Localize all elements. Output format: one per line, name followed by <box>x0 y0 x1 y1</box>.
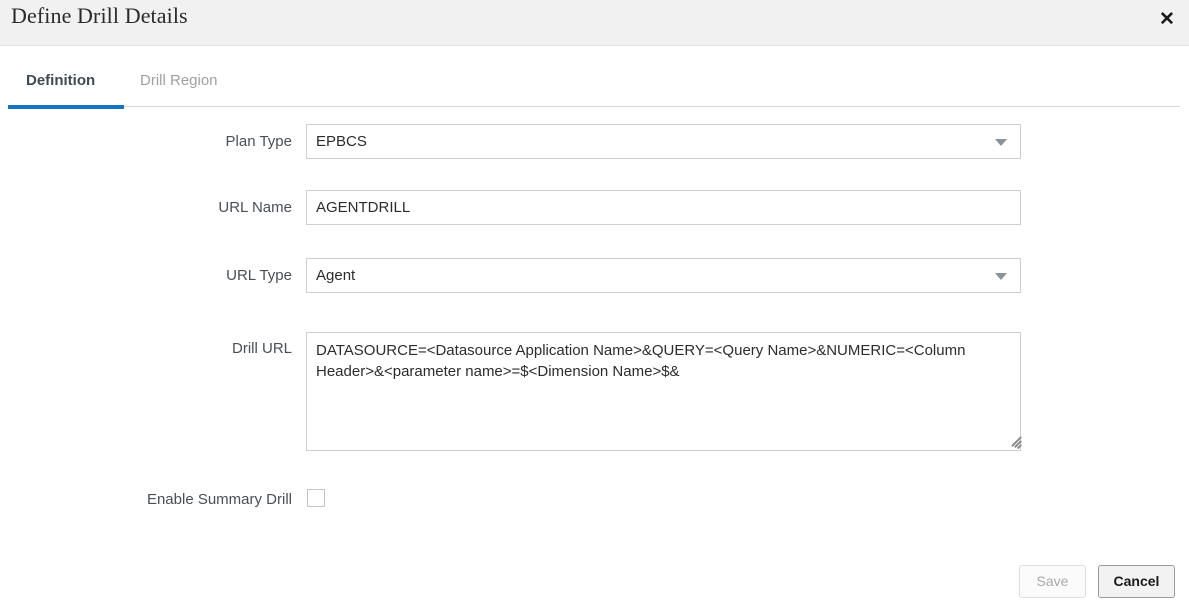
field-plan-type: Plan Type EPBCS <box>0 124 1189 164</box>
url-name-label: URL Name <box>218 199 292 216</box>
field-url-name: URL Name AGENTDRILL <box>0 190 1189 230</box>
dialog-title: Define Drill Details <box>11 3 188 28</box>
enable-summary-drill-label: Enable Summary Drill <box>146 491 292 508</box>
save-button[interactable]: Save <box>1019 565 1086 598</box>
close-icon[interactable]: ✕ <box>1156 9 1178 31</box>
tab-drill-region[interactable]: Drill Region <box>140 72 218 99</box>
enable-summary-drill-checkbox[interactable] <box>307 489 325 507</box>
drill-url-label: Drill URL <box>232 340 292 357</box>
dialog-header: Define Drill Details ✕ <box>0 0 1189 46</box>
define-drill-details-dialog: Define Drill Details ✕ Definition Drill … <box>0 0 1189 602</box>
tab-bar-divider <box>8 106 1180 107</box>
tab-bar: Definition Drill Region <box>0 46 1189 109</box>
cancel-button[interactable]: Cancel <box>1098 565 1175 598</box>
chevron-down-icon <box>995 139 1007 146</box>
tab-active-indicator <box>8 105 124 109</box>
url-type-value: Agent <box>316 267 356 284</box>
plan-type-select[interactable]: EPBCS <box>306 124 1021 159</box>
drill-url-textarea[interactable]: DATASOURCE=<Datasource Application Name>… <box>306 332 1021 451</box>
plan-type-label: Plan Type <box>225 133 292 150</box>
url-type-label: URL Type <box>226 267 292 284</box>
field-enable-summary-drill: Enable Summary Drill <box>0 489 1189 513</box>
plan-type-value: EPBCS <box>316 133 367 150</box>
chevron-down-icon <box>995 273 1007 280</box>
tab-definition-label: Definition <box>26 72 96 89</box>
field-url-type: URL Type Agent <box>0 258 1189 298</box>
tab-definition[interactable]: Definition <box>8 72 124 109</box>
url-type-select[interactable]: Agent <box>306 258 1021 293</box>
field-drill-url: Drill URL DATASOURCE=<Datasource Applica… <box>0 332 1189 457</box>
url-name-input[interactable]: AGENTDRILL <box>306 190 1021 225</box>
tab-drill-region-label: Drill Region <box>140 72 218 89</box>
